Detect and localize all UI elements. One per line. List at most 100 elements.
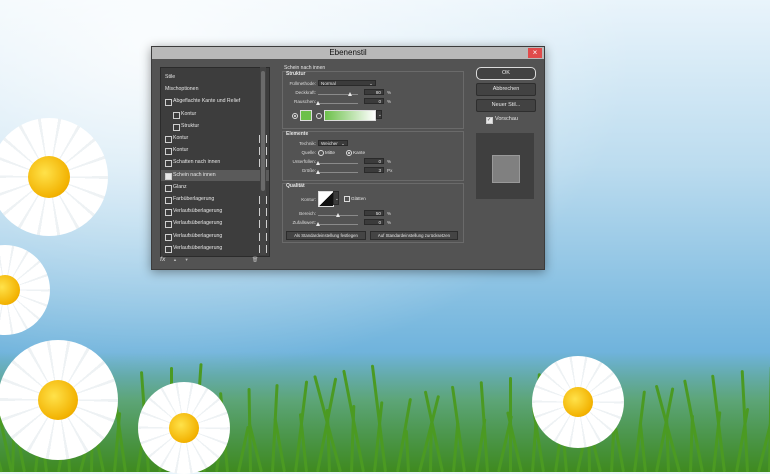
- noise-unit: %: [387, 99, 392, 104]
- style-list-label: Farbüberlagerung: [173, 196, 215, 202]
- grass-blade: [371, 364, 388, 473]
- style-checkbox[interactable]: [165, 184, 172, 192]
- size-value: 3: [378, 168, 381, 173]
- opacity-slider-handle[interactable]: [347, 92, 352, 96]
- elements-section: [282, 131, 464, 181]
- style-checkbox[interactable]: [165, 209, 172, 217]
- range-slider-handle[interactable]: [335, 213, 340, 217]
- reset-default-button[interactable]: Auf Standardeinstellung zurücksetzen: [370, 231, 458, 240]
- style-list-label: Verlaufsüberlagerung: [173, 244, 223, 251]
- range-field[interactable]: 50: [364, 210, 384, 216]
- contour-dropdown[interactable]: ⌄: [333, 191, 339, 205]
- style-checkbox[interactable]: [165, 160, 172, 168]
- style-checkbox[interactable]: [165, 172, 172, 180]
- style-checkbox[interactable]: [165, 99, 172, 107]
- choke-slider[interactable]: [318, 163, 358, 164]
- style-list-item[interactable]: Verlaufsüberlagerung+: [161, 206, 269, 217]
- grass-blade: [423, 390, 444, 473]
- style-list-item[interactable]: Abgeflachte Kante und Relief: [161, 96, 269, 107]
- style-list-item[interactable]: Kontur+: [161, 133, 269, 144]
- style-list-scrollbar[interactable]: [260, 67, 266, 255]
- style-checkbox[interactable]: [165, 136, 172, 143]
- jitter-unit: %: [387, 220, 392, 225]
- choke-value: 0: [378, 159, 381, 164]
- style-checkbox[interactable]: [165, 245, 172, 253]
- jitter-slider[interactable]: [318, 224, 358, 225]
- size-unit: Px: [387, 168, 393, 173]
- jitter-label: Zufallswert:: [292, 220, 317, 225]
- noise-field[interactable]: 0: [364, 98, 384, 104]
- style-list-item[interactable]: Glanz: [161, 182, 269, 193]
- style-list-item[interactable]: Farbüberlagerung+: [161, 194, 269, 205]
- move-up-icon[interactable]: ▲: [173, 257, 177, 262]
- style-checkbox[interactable]: [165, 221, 172, 229]
- gradient-radio[interactable]: [316, 113, 322, 119]
- gradient-dropdown[interactable]: ⌄: [376, 110, 382, 119]
- ok-button[interactable]: OK: [476, 67, 536, 80]
- grass-blade: [740, 370, 749, 473]
- style-list-item[interactable]: Stile: [161, 72, 269, 83]
- grass-blade: [682, 379, 704, 473]
- style-list-item[interactable]: Struktur: [161, 121, 269, 132]
- opacity-slider[interactable]: [318, 94, 358, 95]
- style-list: Stile Mischoptionen Abgeflachte Kante und …: [160, 67, 270, 257]
- dialog-title: Ebenenstil: [329, 48, 367, 57]
- checkmark-icon: ✓: [487, 117, 492, 123]
- make-default-button[interactable]: Als Standardeinstellung festlegen: [286, 231, 366, 240]
- close-button[interactable]: ×: [528, 48, 542, 58]
- style-checkbox[interactable]: [165, 197, 172, 204]
- chevron-down-icon: ⌄: [335, 196, 339, 201]
- style-list-label: Struktur: [181, 122, 200, 129]
- size-slider-handle[interactable]: [316, 170, 321, 174]
- style-checkbox[interactable]: [165, 148, 172, 156]
- move-down-icon[interactable]: ▼: [185, 257, 189, 262]
- daisy-flower: [532, 356, 624, 448]
- glow-color-swatch[interactable]: [300, 110, 312, 121]
- style-list-item[interactable]: Schein nach innen: [161, 169, 269, 181]
- style-list-item[interactable]: Verlaufsüberlagerung+: [161, 243, 269, 254]
- size-field[interactable]: 3: [364, 167, 384, 173]
- dialog-titlebar[interactable]: Ebenenstil ×: [152, 47, 544, 59]
- antialias-checkbox[interactable]: [344, 196, 350, 202]
- new-style-button[interactable]: Neuer Stil...: [476, 99, 536, 112]
- trash-icon[interactable]: 🗑: [252, 257, 258, 263]
- style-checkbox[interactable]: [173, 123, 180, 131]
- noise-slider[interactable]: [318, 103, 358, 104]
- size-label: Größe:: [301, 168, 316, 173]
- dialog-body: Stile Mischoptionen Abgeflachte Kante und …: [152, 59, 544, 269]
- style-checkbox[interactable]: [165, 233, 172, 241]
- jitter-field[interactable]: 0: [364, 219, 384, 225]
- scrollbar-thumb[interactable]: [261, 71, 265, 191]
- opacity-value: 80: [375, 90, 381, 95]
- choke-field[interactable]: 0: [364, 158, 384, 164]
- jitter-slider-handle[interactable]: [315, 222, 320, 226]
- cancel-button[interactable]: Abbrechen: [476, 83, 536, 96]
- contour-picker[interactable]: [318, 191, 334, 207]
- style-list-item[interactable]: Kontur+: [161, 145, 269, 156]
- style-list-item[interactable]: Kontur: [161, 109, 269, 120]
- style-list-item[interactable]: Mischoptionen: [161, 84, 269, 95]
- technique-select[interactable]: Weicher ⌄: [318, 140, 348, 146]
- choke-label: Unterfüllen:: [292, 159, 317, 164]
- style-checkbox[interactable]: [173, 111, 180, 119]
- antialias-label: Glätten: [351, 196, 366, 201]
- style-list-item[interactable]: Verlaufsüberlagerung+: [161, 218, 269, 229]
- noise-slider-handle[interactable]: [315, 101, 320, 105]
- grass-blade: [404, 429, 410, 473]
- color-radio[interactable]: [292, 113, 298, 119]
- preview-checkbox[interactable]: ✓: [486, 117, 493, 124]
- source-center-label: Mitte: [325, 150, 335, 155]
- choke-slider-handle[interactable]: [315, 161, 320, 165]
- jitter-value: 0: [378, 220, 381, 225]
- glow-gradient-picker[interactable]: [324, 110, 376, 121]
- fx-icon[interactable]: fx: [160, 257, 165, 263]
- blend-mode-select[interactable]: Normal ⌄: [318, 80, 376, 86]
- opacity-unit: %: [387, 90, 392, 95]
- style-list-item[interactable]: Verlaufsüberlagerung+: [161, 231, 269, 242]
- size-slider[interactable]: [318, 172, 358, 173]
- source-center-radio[interactable]: [318, 150, 324, 156]
- style-list-item[interactable]: Schatten nach innen+: [161, 157, 269, 168]
- style-list-footer: fx ▲ ▼ 🗑: [160, 257, 258, 263]
- source-edge-radio[interactable]: [346, 150, 352, 156]
- opacity-field[interactable]: 80: [364, 89, 384, 95]
